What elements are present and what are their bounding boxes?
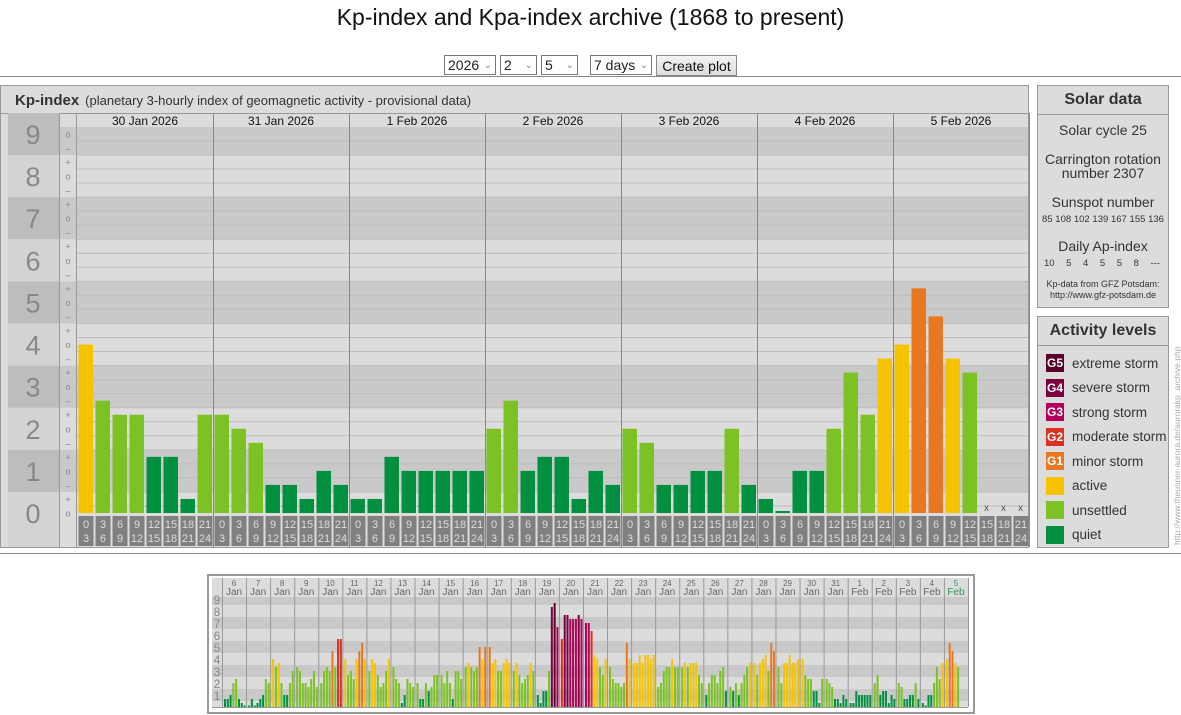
year-select[interactable]: 2026 ⌄ [444, 55, 496, 75]
month-select[interactable]: 2 ⌄ [500, 55, 537, 75]
sunspot-values: 85 108 102 139 167 155 136 [1038, 214, 1168, 225]
legend-label: active [1072, 478, 1108, 494]
solar-data-panel: Solar data Solar cycle 25 Carrington rot… [1037, 85, 1169, 308]
legend-swatch [1046, 501, 1064, 520]
ap-value: 5 [1066, 258, 1072, 269]
legend-swatch: G2 [1046, 427, 1064, 446]
legend-label: extreme storm [1072, 355, 1159, 371]
legend-item-unsettled: unsettled [1038, 498, 1168, 523]
ap-value: 5 [1099, 258, 1106, 269]
legend-item-extreme-storm: G5 extreme storm [1038, 351, 1168, 376]
carrington-rotation: Carrington rotation number 2307 [1038, 152, 1168, 180]
activity-levels-panel: Activity levels G5 extreme storm G4 severe … [1037, 316, 1169, 548]
source-line1: Kp-data from GFZ Potsdam: [1046, 279, 1160, 289]
month-value: 2 [504, 57, 512, 73]
legend-swatch [1046, 525, 1064, 544]
sunspot-value: 155 [1129, 214, 1146, 225]
ap-value: 4 [1083, 258, 1089, 269]
sunspot-value: 85 [1042, 214, 1053, 225]
range-value: 7 days [594, 57, 636, 73]
solar-data-heading: Solar data [1038, 86, 1168, 115]
chevron-down-icon: ⌄ [524, 59, 533, 71]
ap-label: Daily Ap-index [1058, 238, 1148, 254]
ap-values: 10 5 4 5 5 8 --- [1038, 258, 1168, 269]
kp-30day-chart-frame [207, 574, 975, 714]
day-select[interactable]: 5 ⌄ [541, 55, 578, 75]
kp-chart-panel: Kp-index (planetary 3-hourly index of geo… [0, 85, 1029, 548]
source-link[interactable]: http://www.gfz-potsdam.de [1038, 290, 1168, 301]
solar-cycle: Solar cycle 25 [1059, 122, 1147, 138]
range-select[interactable]: 7 days ⌄ [590, 55, 652, 75]
activity-levels-heading: Activity levels [1038, 317, 1168, 346]
sunspot-value: 108 [1055, 214, 1072, 225]
kp-chart-header: Kp-index (planetary 3-hourly index of geo… [1, 86, 1028, 114]
legend-item-severe-storm: G4 severe storm [1038, 376, 1168, 401]
activity-legend: G5 extreme storm G4 severe storm G3 strong st… [1038, 346, 1168, 547]
create-plot-button[interactable]: Create plot [656, 55, 737, 76]
kp-heading: Kp-index [15, 92, 80, 109]
sunspot-value: 139 [1092, 214, 1109, 225]
legend-item-active: active [1038, 474, 1168, 499]
chevron-down-icon: ⌄ [483, 59, 492, 71]
legend-label: minor storm [1072, 453, 1144, 469]
legend-label: unsettled [1072, 502, 1127, 518]
legend-item-moderate-storm: G2 moderate storm [1038, 425, 1168, 450]
chevron-down-icon: ⌄ [565, 59, 574, 71]
legend-item-quiet: quiet [1038, 523, 1168, 548]
legend-item-minor-storm: G1 minor storm [1038, 449, 1168, 474]
legend-label: moderate storm [1072, 429, 1167, 445]
chevron-down-icon: ⌄ [639, 59, 648, 71]
sunspot-value: 167 [1110, 214, 1127, 225]
carrington-line2: number 2307 [1061, 165, 1145, 181]
divider [0, 553, 1181, 554]
legend-label: quiet [1072, 527, 1102, 543]
carrington-line1: Carrington rotation [1045, 151, 1161, 167]
ap-value: 10 [1044, 258, 1055, 269]
legend-label: strong storm [1072, 404, 1148, 420]
day-value: 5 [545, 57, 553, 73]
legend-swatch: G3 [1046, 403, 1064, 422]
legend-label: severe storm [1072, 380, 1151, 396]
divider [0, 76, 1181, 77]
legend-swatch: G1 [1046, 452, 1064, 471]
sunspot-label: Sunspot number [1051, 194, 1155, 210]
legend-swatch: G4 [1046, 378, 1064, 397]
kp-subheading: (planetary 3-hourly index of geomagnetic… [85, 93, 472, 108]
legend-swatch [1046, 476, 1064, 495]
legend-item-strong-storm: G3 strong storm [1038, 400, 1168, 425]
ap-value: 5 [1116, 258, 1123, 269]
ap-value: --- [1150, 258, 1160, 269]
year-value: 2026 [448, 57, 480, 73]
data-source: Kp-data from GFZ Potsdam: http://www.gfz-… [1038, 279, 1168, 301]
page-title: Kp-index and Kpa-index archive (1868 to … [336, 4, 845, 30]
legend-swatch: G5 [1046, 354, 1064, 373]
watermark: http://www.theusner-aurora.de/aurorakp_a… [1172, 346, 1181, 545]
ap-value: 8 [1133, 258, 1139, 269]
sunspot-value: 102 [1073, 214, 1090, 225]
sunspot-value: 136 [1148, 214, 1164, 225]
